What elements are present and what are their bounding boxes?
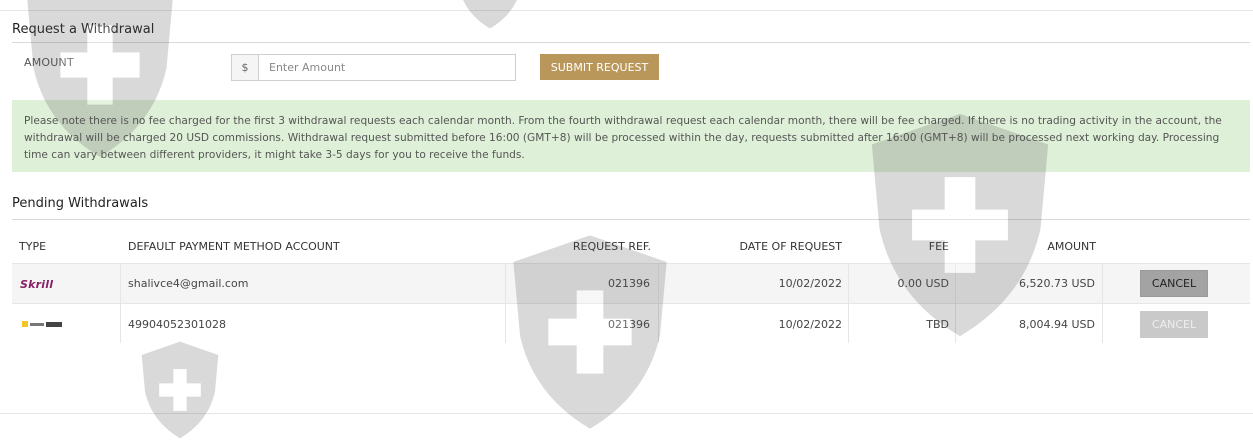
fee-value: 0.00 USD: [897, 277, 950, 290]
bank-logo-text-icon: [30, 322, 44, 326]
fee-value: TBD: [926, 318, 949, 331]
amount-label: AMOUNT: [24, 56, 74, 69]
bank-logo-box-icon: [46, 321, 62, 327]
request-withdrawal-title: Request a Withdrawal: [12, 22, 155, 37]
col-header-account: DEFAULT PAYMENT METHOD ACCOUNT: [128, 240, 340, 253]
cancel-button[interactable]: CANCEL: [1140, 270, 1208, 297]
amount-input-group: $: [231, 54, 516, 81]
column-divider: [955, 263, 956, 343]
col-header-type: TYPE: [19, 240, 47, 253]
fee-notice: Please note there is no fee charged for …: [12, 100, 1250, 172]
request-ref: 021396: [608, 277, 650, 290]
pending-title-divider: [12, 219, 1250, 220]
bank-logo-mark-icon: [22, 321, 28, 327]
skrill-logo: Skrill: [20, 278, 54, 291]
col-header-ref: REQUEST REF.: [572, 240, 651, 253]
shield-watermark-icon: [463, 0, 517, 29]
amount-input[interactable]: [259, 55, 515, 80]
request-title-divider: [12, 42, 1250, 43]
col-header-amount: AMOUNT: [1047, 240, 1096, 253]
payment-account: shalivce4@gmail.com: [128, 277, 249, 290]
column-divider: [1102, 263, 1103, 343]
submit-request-button[interactable]: SUBMIT REQUEST: [540, 54, 659, 80]
payment-account: 49904052301028: [128, 318, 226, 331]
request-ref: 021396: [608, 318, 650, 331]
amount-value: 8,004.94 USD: [1019, 318, 1095, 331]
cancel-button[interactable]: CANCEL: [1140, 311, 1208, 338]
bottom-divider: [0, 413, 1253, 414]
column-divider: [505, 263, 506, 343]
request-date: 10/02/2022: [778, 277, 842, 290]
col-header-fee: FEE: [928, 240, 949, 253]
currency-prefix: $: [232, 55, 259, 80]
shield-watermark-icon: [141, 341, 219, 439]
column-divider: [120, 263, 121, 343]
bank-wire-logo: [22, 321, 64, 327]
column-divider: [848, 263, 849, 343]
amount-value: 6,520.73 USD: [1019, 277, 1095, 290]
col-header-date: DATE OF REQUEST: [739, 240, 842, 253]
top-divider: [0, 10, 1253, 11]
pending-withdrawals-title: Pending Withdrawals: [12, 196, 149, 211]
request-date: 10/02/2022: [778, 318, 842, 331]
column-divider: [658, 263, 659, 343]
